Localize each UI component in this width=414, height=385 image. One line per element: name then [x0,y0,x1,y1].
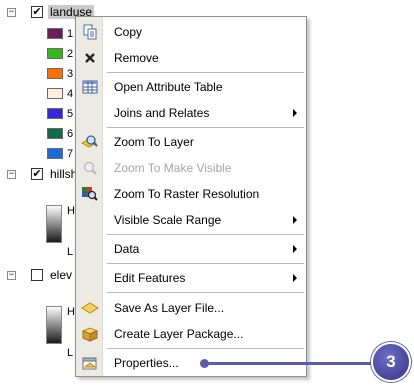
layer-name-hillshade[interactable]: hillsh [50,167,77,181]
callout-leader-line [205,362,375,365]
menu-item-label: Save As Layer File... [114,301,225,315]
legend-swatch-2 [47,48,63,59]
legend-class-label: 6 [67,128,74,140]
menu-item-label: Visible Scale Range [114,213,222,227]
elev-low-label: L [67,347,74,359]
layer-name-elev[interactable]: elev [50,268,72,282]
elev-color-ramp [46,306,62,344]
collapse-elev-toggle[interactable]: − [7,271,16,280]
menu-item-copy[interactable]: Copy [77,19,306,45]
menu-item-visible-scale-range[interactable]: Visible Scale Range [77,207,306,233]
legend-swatch-6 [47,128,63,139]
layer-context-menu: Copy Remove Open Attribute Table Joins a… [75,16,307,377]
hillshade-low-label: L [67,246,74,258]
legend-class-label: 5 [67,108,74,120]
legend-class-label: 4 [67,88,74,100]
zoom-to-layer-icon [77,129,103,155]
menu-item-label: Zoom To Layer [114,135,194,149]
menu-item-create-layer-package[interactable]: Create Layer Package... [77,321,306,347]
save-layer-icon [77,295,103,321]
menu-item-edit-features[interactable]: Edit Features [77,265,306,291]
properties-icon [77,350,103,376]
menu-separator [107,234,304,235]
zoom-raster-icon [77,181,103,207]
submenu-arrow-icon [293,245,297,253]
legend-swatch-5 [47,108,63,119]
menu-item-label: Edit Features [114,271,186,285]
menu-item-label: Copy [114,25,143,39]
menu-item-label: Create Layer Package... [114,327,244,341]
callout-anchor-dot [200,359,209,368]
menu-item-label: Remove [114,51,159,65]
legend-class-label: 3 [67,68,74,80]
menu-item-joins-and-relates[interactable]: Joins and Relates [77,100,306,126]
landuse-visibility-checkbox[interactable]: ✔ [31,6,43,18]
legend-class-label: 2 [67,48,74,60]
menu-separator [107,348,304,349]
elev-visibility-checkbox[interactable] [31,269,43,281]
submenu-arrow-icon [293,216,297,224]
hillshade-color-ramp [46,205,62,243]
elev-high-label: H [67,306,75,318]
legend-swatch-7 [47,148,63,159]
menu-item-zoom-to-raster-resolution[interactable]: Zoom To Raster Resolution [77,181,306,207]
hillshade-visibility-checkbox[interactable]: ✔ [31,168,43,180]
menu-separator [107,263,304,264]
remove-icon [77,45,103,71]
menu-item-label: Open Attribute Table [114,80,223,94]
menu-item-save-as-layer-file[interactable]: Save As Layer File... [77,295,306,321]
legend-class-label: 1 [67,28,74,40]
table-icon [77,74,103,100]
menu-item-label: Zoom To Make Visible [114,161,232,175]
submenu-arrow-icon [293,109,297,117]
menu-item-open-attribute-table[interactable]: Open Attribute Table [77,74,306,100]
menu-item-remove[interactable]: Remove [77,45,306,71]
copy-icon [77,19,103,45]
menu-item-zoom-to-layer[interactable]: Zoom To Layer [77,129,306,155]
legend-swatch-1 [47,28,63,39]
menu-item-data[interactable]: Data [77,236,306,262]
menu-item-label: Properties... [114,356,179,370]
legend-swatch-4 [47,88,63,99]
collapse-landuse-toggle[interactable]: − [7,8,16,17]
menu-separator [107,292,304,293]
menu-item-zoom-to-make-visible: Zoom To Make Visible [77,155,306,181]
collapse-hillshade-toggle[interactable]: − [7,170,16,179]
menu-separator [107,72,304,73]
submenu-arrow-icon [293,274,297,282]
layer-package-icon [77,321,103,347]
menu-item-label: Data [114,242,140,256]
callout-step-badge: 3 [371,342,411,382]
legend-swatch-3 [47,68,63,79]
legend-class-label: 7 [67,148,74,160]
zoom-visible-icon [77,155,103,181]
hillshade-high-label: H [67,205,75,217]
menu-item-label: Joins and Relates [114,106,210,120]
menu-separator [107,127,304,128]
menu-item-label: Zoom To Raster Resolution [114,187,260,201]
